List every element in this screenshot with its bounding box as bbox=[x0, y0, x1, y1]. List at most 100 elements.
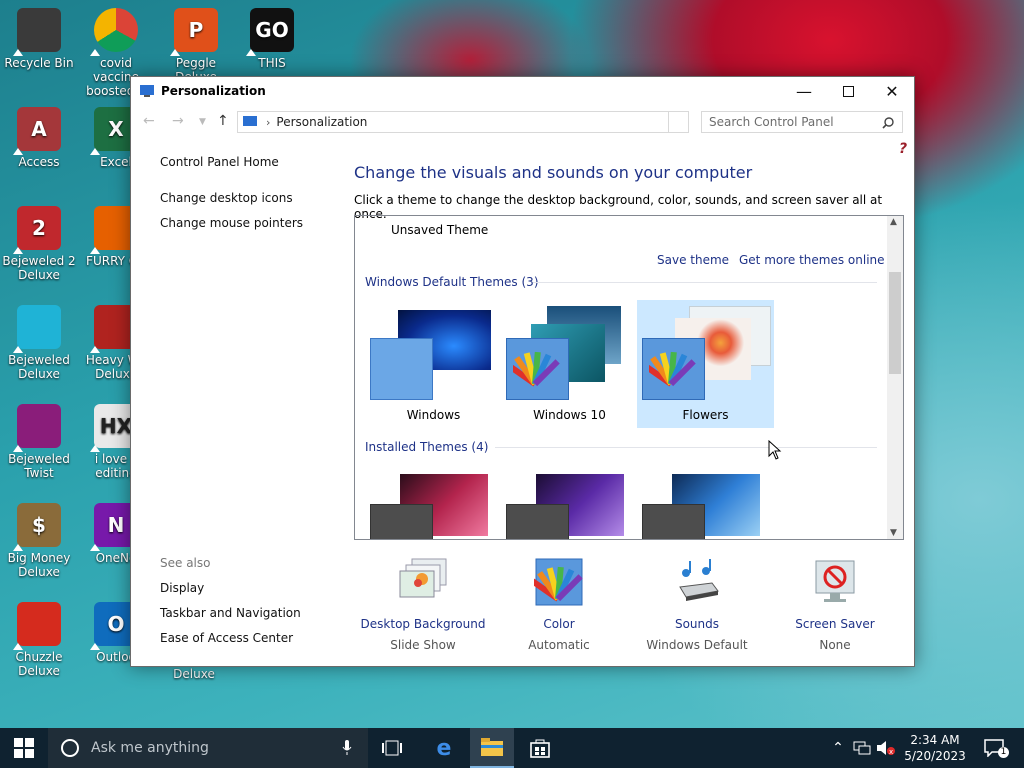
screen-saver-icon bbox=[815, 560, 855, 602]
start-button[interactable] bbox=[0, 728, 48, 768]
save-theme-link[interactable]: Save theme bbox=[657, 253, 729, 267]
minimize-button[interactable]: — bbox=[782, 77, 826, 105]
screen-saver-setting[interactable]: Screen Saver None bbox=[770, 557, 900, 652]
clock-date: 5/20/2023 bbox=[904, 749, 966, 763]
back-icon[interactable]: ← bbox=[143, 113, 155, 129]
desktop-icon-label: Access bbox=[18, 155, 60, 169]
windows-logo-icon bbox=[14, 738, 34, 758]
close-button[interactable]: ✕ bbox=[870, 77, 914, 105]
taskbar-navigation-link[interactable]: Taskbar and Navigation bbox=[160, 606, 301, 620]
scroll-down-icon[interactable]: ▼ bbox=[890, 528, 897, 538]
up-icon[interactable]: ↑ bbox=[217, 113, 229, 129]
installed-themes-divider bbox=[495, 447, 877, 448]
desktop-icon-label: Big Money Deluxe bbox=[7, 551, 71, 579]
tray-chevron-button[interactable]: ⌃ bbox=[828, 728, 848, 768]
action-center-button[interactable]: 1 bbox=[978, 728, 1010, 768]
theme-label-flowers: Flowers bbox=[682, 408, 729, 422]
cortana-icon bbox=[61, 739, 79, 757]
bejeweled2-icon: 2 bbox=[13, 206, 61, 254]
breadcrumb[interactable]: Personalization bbox=[276, 115, 367, 129]
desktop-background-setting[interactable]: Desktop Background Slide Show bbox=[358, 557, 488, 652]
theme-label-windows-10: Windows 10 bbox=[533, 408, 606, 422]
desktop-icon-access[interactable]: A Access bbox=[1, 107, 77, 169]
theme-list-scrollbar[interactable]: ▲ ▼ bbox=[887, 216, 903, 539]
installed-theme-3-swatch bbox=[642, 504, 705, 539]
desktop-icon-bejeweled[interactable]: Bejeweled Deluxe bbox=[1, 305, 77, 381]
file-explorer-icon bbox=[481, 738, 503, 756]
display-link[interactable]: Display bbox=[160, 581, 204, 595]
chevron-up-icon: ⌃ bbox=[832, 740, 844, 756]
desktop-icon-big-money[interactable]: $ Big Money Deluxe bbox=[1, 503, 77, 579]
big-money-icon: $ bbox=[13, 503, 61, 551]
theme-list[interactable]: Unsaved Theme Save theme Get more themes… bbox=[354, 215, 904, 540]
desktop-icon-label: THIS bbox=[258, 56, 286, 70]
clock[interactable]: 2:34 AM 5/20/2023 bbox=[900, 728, 970, 768]
control-panel-icon bbox=[140, 85, 154, 97]
theme-flowers[interactable]: Flowers bbox=[637, 300, 774, 428]
address-box[interactable]: › Personalization bbox=[237, 111, 669, 133]
installed-theme-2-swatch bbox=[506, 504, 569, 539]
color-value: Automatic bbox=[528, 638, 590, 652]
scroll-up-icon[interactable]: ▲ bbox=[890, 217, 897, 227]
help-icon[interactable]: ? bbox=[899, 141, 907, 157]
maximize-button[interactable] bbox=[826, 77, 870, 105]
installed-theme-3[interactable] bbox=[642, 470, 762, 539]
desktop-icon-peggle[interactable]: PPeggle Deluxe bbox=[158, 8, 234, 84]
change-mouse-pointers-link[interactable]: Change mouse pointers bbox=[160, 216, 303, 230]
breadcrumb-chevron-icon: › bbox=[266, 115, 271, 129]
theme-windows[interactable]: Windows bbox=[365, 300, 502, 428]
recent-chevron-icon[interactable]: ▼ bbox=[199, 117, 206, 127]
desktop-icon-bejeweled-twist[interactable]: Bejeweled Twist bbox=[1, 404, 77, 480]
edge-taskbar-button[interactable]: e bbox=[422, 728, 466, 768]
desktop-icon-goland[interactable]: GO THIS bbox=[234, 8, 310, 70]
change-desktop-icons-link[interactable]: Change desktop icons bbox=[160, 191, 293, 205]
control-panel-home-link[interactable]: Control Panel Home bbox=[160, 155, 279, 169]
installed-theme-2[interactable] bbox=[506, 470, 626, 539]
store-taskbar-button[interactable] bbox=[518, 728, 562, 768]
desktop-icon-recycle-bin[interactable]: Recycle Bin bbox=[1, 8, 77, 70]
desktop-background-label: Desktop Background bbox=[360, 617, 486, 631]
installed-themes-heading: Installed Themes (4) bbox=[365, 440, 489, 454]
forward-icon[interactable]: → bbox=[172, 113, 184, 129]
desktop-icon-bejeweled2[interactable]: 2 Bejeweled 2 Deluxe bbox=[1, 206, 77, 282]
bejeweled-twist-icon bbox=[13, 404, 61, 452]
task-view-button[interactable] bbox=[372, 728, 412, 768]
goland-icon: GO bbox=[246, 8, 294, 56]
sounds-value: Windows Default bbox=[646, 638, 748, 652]
personalization-window: Personalization — ✕ ← → ▼ ↑ › Personaliz… bbox=[130, 76, 915, 667]
chrome-icon bbox=[90, 8, 138, 56]
installed-theme-1[interactable] bbox=[370, 470, 490, 539]
cortana-search-box[interactable]: Ask me anything bbox=[48, 728, 368, 768]
unsaved-theme-label[interactable]: Unsaved Theme bbox=[391, 223, 488, 237]
microphone-icon[interactable] bbox=[342, 740, 352, 756]
volume-button[interactable]: x bbox=[874, 728, 898, 768]
ease-of-access-link[interactable]: Ease of Access Center bbox=[160, 631, 293, 645]
color-setting[interactable]: Color Automatic bbox=[494, 557, 624, 652]
flowers-color-fan-icon bbox=[649, 351, 696, 387]
taskbar: Ask me anything e ⌃ x 2:34 AM 5/20/2023 … bbox=[0, 728, 1024, 768]
maximize-icon bbox=[842, 85, 854, 97]
desktop-icon-label: Bejeweled Deluxe bbox=[8, 353, 70, 381]
sounds-setting[interactable]: Sounds Windows Default bbox=[632, 557, 762, 652]
screen-saver-value: None bbox=[819, 638, 851, 652]
address-refresh-button[interactable] bbox=[669, 111, 689, 133]
window-title: Personalization bbox=[161, 84, 266, 98]
color-icon bbox=[530, 558, 583, 606]
address-control-panel-icon bbox=[243, 116, 257, 126]
desktop-icon-label: Bejeweled Twist bbox=[8, 452, 70, 480]
get-more-themes-link[interactable]: Get more themes online bbox=[739, 253, 885, 267]
sounds-icon bbox=[679, 559, 719, 601]
network-button[interactable] bbox=[850, 728, 874, 768]
search-input[interactable]: Search Control Panel bbox=[701, 111, 903, 133]
theme-windows-10[interactable]: Windows 10 bbox=[501, 300, 638, 428]
desktop-icon-label: Chuzzle Deluxe bbox=[15, 650, 63, 678]
see-also-heading: See also bbox=[160, 556, 211, 570]
desktop-icon-label: Bejeweled 2 Deluxe bbox=[2, 254, 76, 282]
scrollbar-thumb[interactable] bbox=[889, 272, 901, 374]
edge-icon: e bbox=[436, 735, 452, 761]
desktop-icon-chuzzle[interactable]: Chuzzle Deluxe bbox=[1, 602, 77, 678]
file-explorer-taskbar-button[interactable] bbox=[470, 728, 514, 768]
mouse-cursor-icon bbox=[768, 440, 782, 460]
desktop-stray-label: Deluxe bbox=[173, 667, 215, 681]
screen-saver-label: Screen Saver bbox=[795, 617, 875, 631]
